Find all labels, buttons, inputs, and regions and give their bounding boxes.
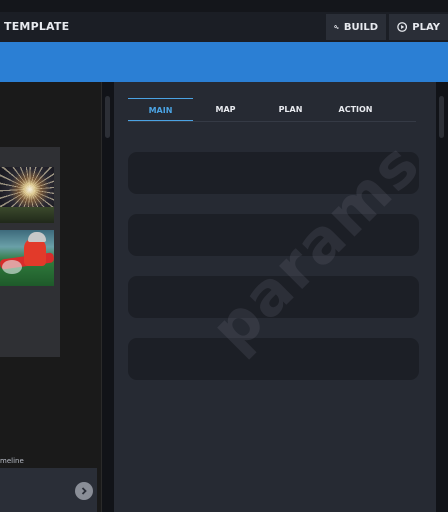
tab-bar: MAIN MAP PLAN ACTION — [128, 98, 416, 122]
tab-plan[interactable]: PLAN — [258, 98, 323, 121]
scrollbar-thumb[interactable] — [439, 96, 444, 138]
play-label: PLAY — [412, 21, 440, 33]
top-bar: TEMPLATE BUILD PLAY — [0, 0, 448, 42]
play-button[interactable]: PLAY — [389, 14, 448, 40]
params-panel: MAIN MAP PLAN ACTION params — [114, 82, 436, 512]
scrollbar-thumb[interactable] — [105, 96, 110, 138]
next-button[interactable] — [75, 482, 93, 500]
blue-banner — [0, 42, 448, 82]
app-title: TEMPLATE — [4, 20, 70, 33]
left-scrollbar[interactable] — [102, 82, 114, 512]
tab-map[interactable]: MAP — [193, 98, 258, 121]
param-card[interactable] — [128, 152, 419, 194]
gears-icon — [334, 25, 339, 29]
chevron-right-circle-icon — [81, 487, 87, 495]
param-card[interactable] — [128, 338, 419, 380]
tab-main[interactable]: MAIN — [128, 98, 193, 121]
param-card[interactable] — [128, 214, 419, 256]
right-scrollbar[interactable] — [436, 82, 448, 512]
media-panel: meline — [0, 82, 102, 512]
top-strip — [0, 0, 448, 12]
build-button[interactable]: BUILD — [326, 14, 386, 40]
media-list — [0, 147, 60, 357]
param-card[interactable] — [128, 276, 419, 318]
media-thumbnail-light-painting[interactable] — [0, 167, 54, 223]
play-circle-icon — [397, 22, 408, 32]
tab-action[interactable]: ACTION — [323, 98, 388, 121]
build-label: BUILD — [343, 21, 378, 33]
timeline-label: meline — [0, 457, 24, 465]
media-thumbnail-kayak[interactable] — [0, 230, 54, 286]
